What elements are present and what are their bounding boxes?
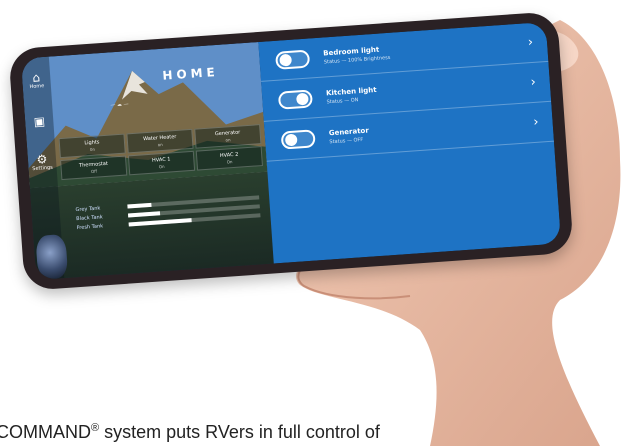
tile-water-heater[interactable]: Water Heater on [126, 128, 194, 154]
device-title: Generator [328, 126, 370, 137]
caption-rest: system puts RVers in full control of [99, 422, 380, 442]
tank-label: Fresh Tank [76, 222, 104, 231]
tank-bar-fill [128, 217, 193, 226]
device-status: Status — OFF [329, 136, 364, 145]
toggle-switch[interactable] [280, 128, 316, 150]
weather-readout: — ☁ — [110, 101, 129, 109]
nav-item-label: Settings [32, 164, 54, 173]
registered-mark: ® [91, 422, 100, 434]
tile-status: Off [90, 168, 98, 174]
chevron-right-icon[interactable]: › [533, 115, 539, 130]
toggle-switch[interactable] [277, 88, 313, 110]
brand-logo [35, 233, 69, 280]
phone-screen: ⌂ Home ▣ ⚙ Settings HOME — ☁ — Lights 0n … [20, 21, 562, 281]
toggle-switch[interactable] [275, 49, 311, 70]
chevron-right-icon[interactable]: › [530, 75, 536, 90]
phone: ⌂ Home ▣ ⚙ Settings HOME — ☁ — Lights 0n … [8, 11, 574, 291]
toggle-knob [295, 92, 309, 105]
nav-item-home[interactable]: ⌂ Home [24, 70, 49, 91]
tile-status: 0n [89, 146, 96, 153]
toggle-knob [279, 53, 293, 67]
tile-status: on [225, 137, 231, 143]
nav-item-gallery[interactable]: ▣ [27, 114, 52, 129]
tile-status: On [158, 163, 165, 170]
tile-status: on [157, 141, 163, 148]
tile-lights[interactable]: Lights 0n [58, 133, 126, 159]
tile-status: On [226, 159, 233, 165]
caption-text: COMMAND® system puts RVers in full contr… [0, 422, 380, 443]
home-icon: ⌂ [31, 70, 41, 85]
image-icon: ▣ [33, 114, 46, 129]
device-list: Bedroom light Status — 100% Brightness ›… [258, 21, 562, 264]
nav-item-settings[interactable]: ⚙ Settings [30, 152, 55, 173]
chevron-right-icon[interactable]: › [527, 35, 533, 50]
tile-label: Lights [84, 139, 100, 147]
tank-bar-fill [127, 210, 160, 218]
tile-generator[interactable]: Generator on [194, 124, 262, 149]
home-panel: ⌂ Home ▣ ⚙ Settings HOME — ☁ — Lights 0n … [20, 42, 274, 281]
toggle-knob [284, 133, 298, 146]
device-status: Status — ON [326, 96, 359, 105]
nav-item-label: Home [29, 83, 45, 91]
tank-bar-fill [127, 202, 152, 209]
caption-brand: COMMAND [0, 422, 91, 442]
tank-levels: Grey Tank Black Tank Fresh Tank [75, 192, 261, 232]
